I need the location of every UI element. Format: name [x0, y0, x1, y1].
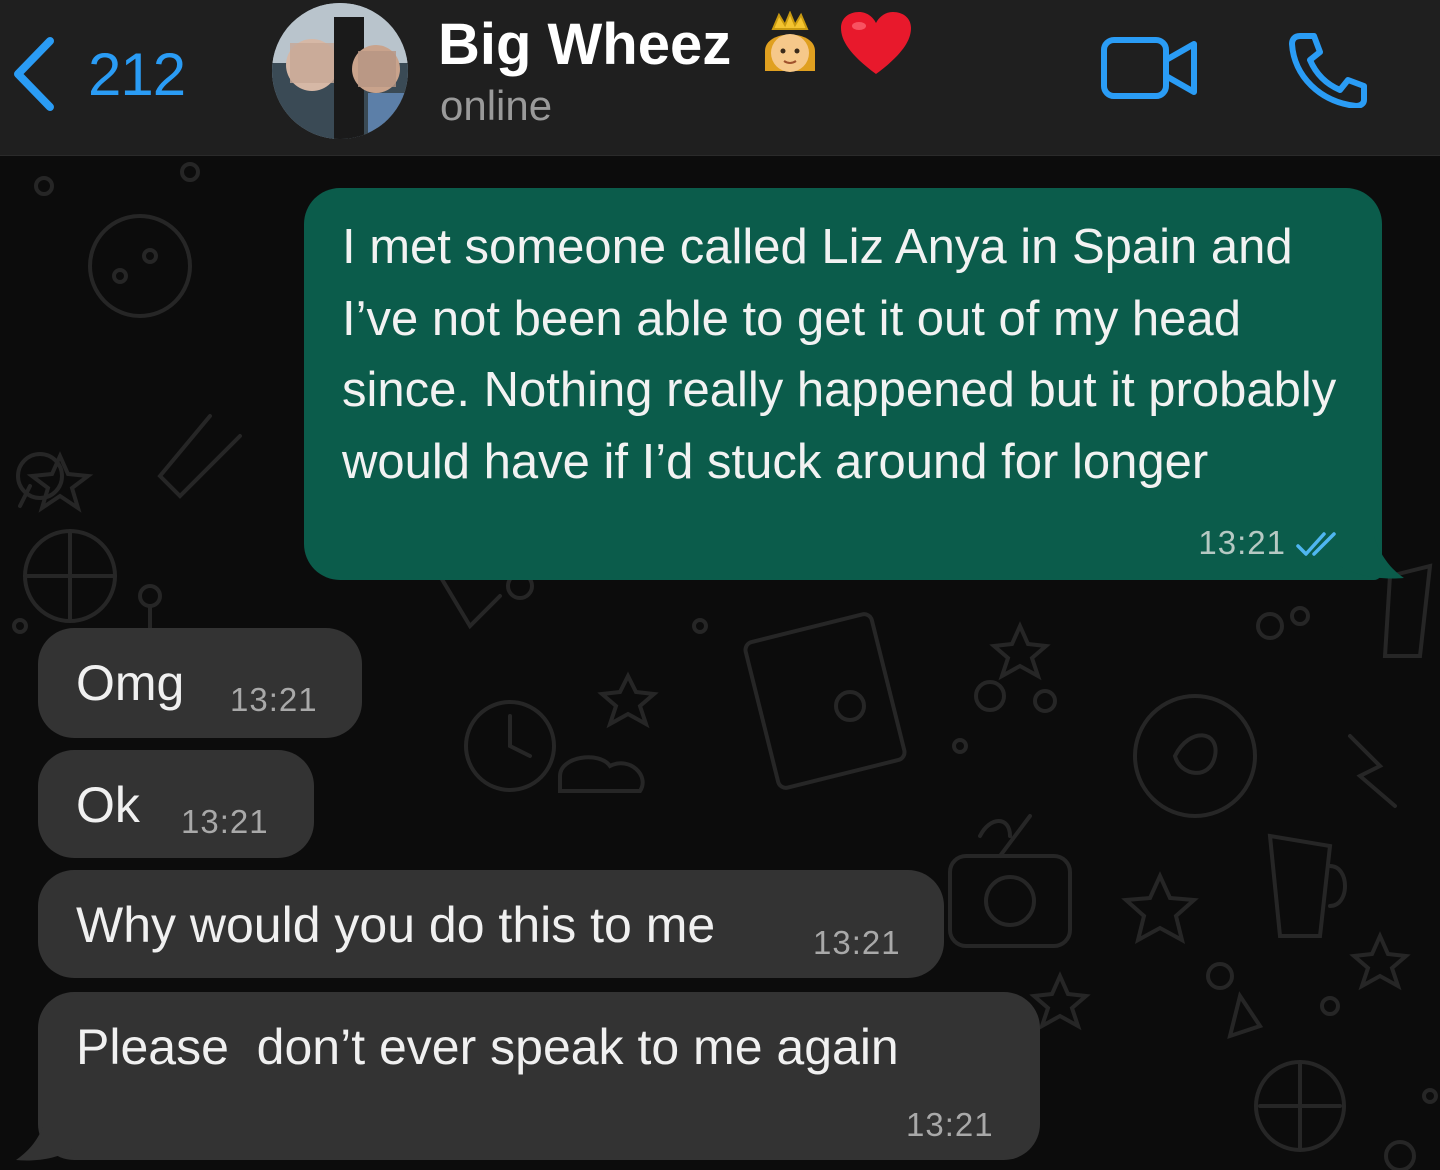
- read-ticks-icon: [1296, 532, 1336, 556]
- message-text: I met someone called Liz Anya in Spain a…: [342, 220, 1337, 489]
- message-text: Omg: [76, 655, 185, 711]
- message-time: 13:21: [1198, 524, 1286, 561]
- contact-status: online: [440, 82, 553, 129]
- avatar[interactable]: [272, 3, 408, 139]
- red-heart-emoji: [839, 10, 913, 78]
- incoming-message[interactable]: Ok 13:21: [38, 750, 314, 858]
- chat-area[interactable]: I met someone called Liz Anya in Spain a…: [0, 156, 1440, 1170]
- phone-icon: [1289, 33, 1367, 109]
- message-time: 13:21: [181, 803, 269, 840]
- chevron-left-icon: [14, 37, 54, 111]
- outgoing-message[interactable]: I met someone called Liz Anya in Spain a…: [304, 188, 1382, 580]
- message-time: 13:21: [906, 1106, 994, 1143]
- chat-header: 212 Big Wheez online: [0, 0, 1440, 156]
- message-time: 13:21: [813, 924, 901, 961]
- contact-name: Big Wheez: [438, 11, 732, 77]
- message-text: Why would you do this to me: [76, 897, 716, 953]
- video-call-button[interactable]: [1100, 36, 1200, 105]
- incoming-message[interactable]: Why would you do this to me 13:21: [38, 870, 944, 978]
- message-text: Please don’t ever speak to me again: [76, 1019, 899, 1075]
- incoming-message[interactable]: Omg 13:21: [38, 628, 362, 738]
- bubble-tail: [16, 1122, 74, 1161]
- video-call-icon: [1101, 37, 1197, 99]
- contact-name-row[interactable]: Big Wheez: [438, 10, 913, 78]
- back-button[interactable]: 212: [10, 34, 186, 114]
- incoming-message[interactable]: Please don’t ever speak to me again 13:2…: [38, 992, 1040, 1160]
- message-text: Ok: [76, 777, 140, 833]
- princess-emoji: [757, 11, 823, 77]
- bubble-tail: [1340, 536, 1404, 579]
- voice-call-button[interactable]: [1286, 30, 1370, 113]
- unread-count: 212: [88, 40, 186, 108]
- message-time: 13:21: [230, 681, 318, 718]
